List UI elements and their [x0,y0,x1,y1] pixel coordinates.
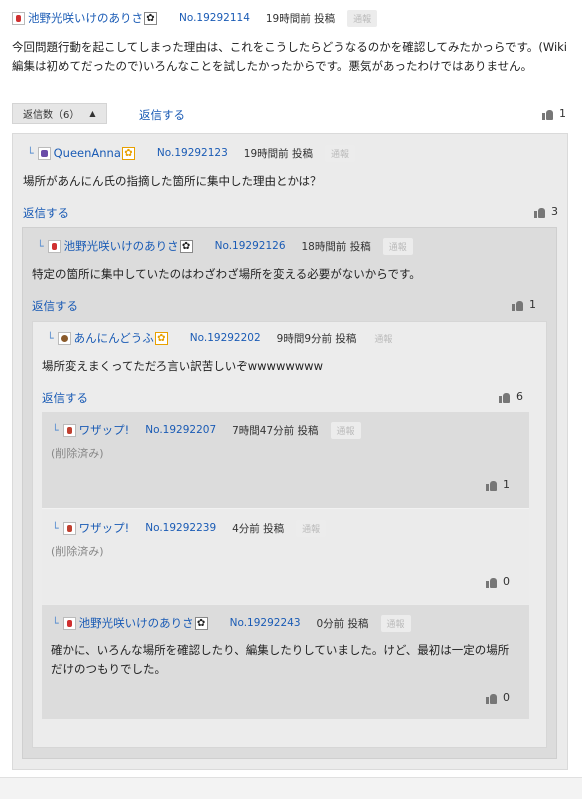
reply-link[interactable]: 返信する [42,390,88,406]
thumbs-up-icon [499,391,510,403]
badge-icon: ✿ [179,239,193,253]
reply-number[interactable]: No.19292126 [215,240,286,252]
reply-body: 場所があんにん氏の指摘した箇所に集中した理由とかは？ [23,174,322,188]
reply-body: 確かに、いろんな場所を確認したり、編集したりしていました。けど、最初は一定の場所… [51,643,510,676]
report-button[interactable]: 通報 [324,144,355,162]
thumbs-up-icon [534,206,545,218]
reply-link[interactable]: 返信する [32,298,78,314]
reply-container: └ 池野光咲いけのありさ ✿ No.19292126 18時間前 投稿 通報 特… [22,227,557,759]
like-count: 0 [503,575,510,588]
reply-time: 0分前 投稿 [316,617,369,630]
reply-author[interactable]: 池野光咲いけのありさ [79,615,194,631]
reply-number[interactable]: No.19292239 [145,522,216,534]
reply-time: 4分前 投稿 [232,522,285,535]
reply-number[interactable]: No.19292202 [190,332,261,344]
like-button[interactable]: 1 [512,298,536,311]
badge-icon: ✿ [121,146,135,160]
reply-time: 19時間前 投稿 [243,147,313,160]
like-count: 1 [559,107,566,120]
comment-time: 19時間前 投稿 [265,12,336,25]
thumbs-up-icon [486,479,497,491]
like-count: 0 [503,691,510,704]
reply-author[interactable]: ワザップ! [79,422,130,438]
reply-body: 特定の箇所に集中していたのはわざわざ場所を変える必要がないからです。 [32,267,421,281]
reply-header: └ あんにんどうふ ✿ No.19292202 9時間9分前 投稿 通報 [47,328,399,348]
reply-header: └ ワザップ! No.19292207 7時間47分前 投稿 通報 [52,420,361,440]
user-avatar-icon [12,11,25,25]
reply-elbow-icon: └ [27,146,34,160]
reply-link[interactable]: 返信する [139,107,185,123]
like-count: 6 [516,390,523,403]
like-button[interactable]: 0 [486,575,510,588]
thumbs-up-icon [486,692,497,704]
thumbs-up-icon [542,108,553,120]
reply-elbow-icon: └ [52,616,59,630]
user-avatar-icon [57,331,71,345]
like-button[interactable]: 3 [534,205,558,218]
reply-author[interactable]: あんにんどうふ [74,330,154,346]
like-button[interactable]: 6 [499,390,523,403]
badge-icon: ✿ [154,331,168,345]
reply-header: └ 池野光咲いけのありさ ✿ No.19292243 0分前 投稿 通報 [52,613,411,633]
reply-link[interactable]: 返信する [23,205,69,221]
reply-container: └ QueenAnna ✿ No.19292123 19時間前 投稿 通報 場所… [12,133,568,770]
like-count: 1 [529,298,536,311]
report-button[interactable]: 通報 [330,421,361,439]
reply-time: 7時間47分前 投稿 [232,424,319,437]
chevron-up-icon: ▲ [89,109,96,118]
report-button[interactable]: 通報 [347,9,378,27]
reply-number[interactable]: No.19292207 [145,424,216,436]
badge-icon: ✿ [144,11,157,25]
thumbs-up-icon [512,299,523,311]
reply-header: └ QueenAnna ✿ No.19292123 19時間前 投稿 通報 [27,143,355,163]
reply-container: └ ワザップ! No.19292207 7時間47分前 投稿 通報 (削除済み)… [42,412,529,509]
reply-author[interactable]: QueenAnna [54,146,121,160]
deleted-message: (削除済み) [51,545,104,558]
comment-thread: 池野光咲いけのありさ ✿ No.19292114 19時間前 投稿 通報 今回問… [0,0,582,799]
reply-elbow-icon: └ [47,331,54,345]
like-button[interactable]: 0 [486,691,510,704]
reply-elbow-icon: └ [52,423,59,437]
reply-container: └ ワザップ! No.19292239 4分前 投稿 通報 (削除済み) 0 [42,510,529,604]
badge-icon: ✿ [194,616,208,630]
user-avatar-icon [62,521,76,535]
comment-number[interactable]: No.19292114 [179,12,250,24]
report-button[interactable]: 通報 [382,237,413,255]
reply-header: └ ワザップ! No.19292239 4分前 投稿 通報 [52,518,327,538]
like-count: 3 [551,205,558,218]
user-avatar-icon [37,146,51,160]
user-avatar-icon [62,423,76,437]
like-count: 1 [503,478,510,491]
user-avatar-icon [62,616,76,630]
reply-number[interactable]: No.19292243 [230,617,301,629]
reply-elbow-icon: └ [52,521,59,535]
reply-body: 場所変えまくってただろ言い訳苦しいぞwwwwwwww [42,359,323,373]
reply-container: └ 池野光咲いけのありさ ✿ No.19292243 0分前 投稿 通報 確かに… [42,605,529,719]
like-button[interactable]: 1 [542,107,566,120]
deleted-message: (削除済み) [51,447,104,460]
reply-author[interactable]: ワザップ! [79,520,130,536]
like-button[interactable]: 1 [486,478,510,491]
comment-body: 今回問題行動を起こしてしまった理由は、これをこうしたらどうなるのかを確認してみた… [12,40,568,73]
report-button[interactable]: 通報 [368,329,399,347]
comment-header: 池野光咲いけのありさ ✿ No.19292114 19時間前 投稿 通報 [12,8,378,28]
reply-elbow-icon: └ [37,239,44,253]
reply-time: 18時間前 投稿 [301,240,371,253]
comment-author[interactable]: 池野光咲いけのありさ [28,10,143,26]
reply-container: └ あんにんどうふ ✿ No.19292202 9時間9分前 投稿 通報 場所変… [32,321,547,748]
user-avatar-icon [47,239,61,253]
reply-time: 9時間9分前 投稿 [276,332,357,345]
reply-author[interactable]: 池野光咲いけのありさ [64,238,179,254]
reply-header: └ 池野光咲いけのありさ ✿ No.19292126 18時間前 投稿 通報 [37,236,413,256]
toggle-replies-button[interactable]: 返信数（6） ▲ [12,103,107,124]
page-footer [0,777,582,799]
reply-number[interactable]: No.19292123 [157,147,228,159]
report-button[interactable]: 通報 [380,614,411,632]
report-button[interactable]: 通報 [296,519,327,537]
reply-count-label: 返信数（6） [23,110,80,121]
thumbs-up-icon [486,576,497,588]
